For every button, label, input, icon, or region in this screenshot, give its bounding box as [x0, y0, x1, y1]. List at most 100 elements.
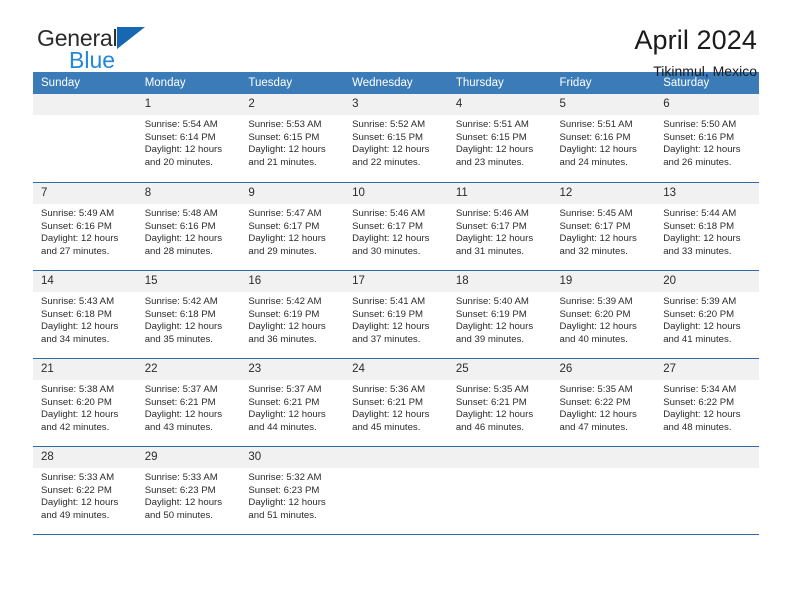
daylight-duration-line2: and 44 minutes. — [248, 421, 317, 433]
calendar-day-cell[interactable]: 13 Sunrise: 5:44 AM Sunset: 6:18 PM Dayligh… — [655, 182, 759, 270]
daylight-duration-line1: Daylight: 12 hours — [41, 321, 119, 333]
brand-name-blue: Blue — [69, 47, 116, 73]
day-number: 13 — [655, 183, 759, 204]
sunrise-time: Sunrise: 5:54 AM — [144, 119, 218, 130]
calendar-day-cell[interactable]: 22 Sunrise: 5:37 AM Sunset: 6:21 PM Dayligh… — [136, 358, 241, 446]
sunrise-time: Sunrise: 5:51 AM — [559, 119, 633, 130]
calendar-day-cell[interactable]: 29 Sunrise: 5:33 AM Sunset: 6:23 PM Dayligh… — [136, 446, 241, 534]
daylight-duration-line2: and 29 minutes. — [248, 245, 317, 257]
calendar-day-cell[interactable]: 8 Sunrise: 5:48 AM Sunset: 6:16 PM Daylight… — [136, 182, 241, 270]
sunrise-time: Sunrise: 5:33 AM — [41, 472, 115, 483]
page-title: April 2024 — [634, 25, 757, 55]
calendar-day-cell[interactable]: 14 Sunrise: 5:43 AM Sunset: 6:18 PM Dayligh… — [33, 270, 137, 358]
day-number: 27 — [655, 359, 759, 380]
calendar-day-cell[interactable]: 25 Sunrise: 5:35 AM Sunset: 6:21 PM Dayligh… — [447, 358, 552, 446]
calendar-day-cell[interactable]: 24 Sunrise: 5:36 AM Sunset: 6:21 PM Dayligh… — [344, 358, 448, 446]
day-details: Sunrise: 5:45 AM Sunset: 6:17 PM Daylight:… — [552, 204, 656, 258]
daylight-duration-line1: Daylight: 12 hours — [663, 321, 741, 333]
daylight-duration-line2: and 32 minutes. — [559, 245, 628, 257]
sunrise-time: Sunrise: 5:39 AM — [663, 296, 737, 307]
calendar-day-cell[interactable]: 18 Sunrise: 5:40 AM Sunset: 6:19 PM Dayligh… — [447, 270, 552, 358]
day-number: 18 — [447, 271, 552, 292]
day-details: Sunrise: 5:38 AM Sunset: 6:20 PM Daylight:… — [33, 380, 137, 434]
calendar-week-row: 21 Sunrise: 5:38 AM Sunset: 6:20 PM Dayligh… — [33, 358, 759, 446]
day-details: Sunrise: 5:51 AM Sunset: 6:16 PM Daylight:… — [552, 115, 656, 169]
sunset-time: Sunset: 6:21 PM — [352, 396, 424, 408]
calendar-day-cell[interactable]: 15 Sunrise: 5:42 AM Sunset: 6:18 PM Dayligh… — [136, 270, 241, 358]
day-details: Sunrise: 5:51 AM Sunset: 6:15 PM Daylight:… — [448, 115, 552, 169]
calendar-day-cell[interactable]: 6 Sunrise: 5:50 AM Sunset: 6:16 PM Daylight… — [655, 94, 759, 182]
sunrise-time: Sunrise: 5:50 AM — [663, 119, 737, 130]
daylight-duration-line1: Daylight: 12 hours — [144, 233, 223, 245]
day-details: Sunrise: 5:41 AM Sunset: 6:19 PM Daylight:… — [344, 292, 448, 346]
sunrise-time: Sunrise: 5:47 AM — [248, 208, 322, 219]
daylight-duration-line1: Daylight: 12 hours — [144, 144, 223, 156]
day-details: Sunrise: 5:50 AM Sunset: 6:16 PM Daylight:… — [655, 115, 759, 169]
calendar-day-cell[interactable]: 28 Sunrise: 5:33 AM Sunset: 6:22 PM Dayligh… — [33, 446, 137, 534]
calendar-day-cell[interactable]: 4 Sunrise: 5:51 AM Sunset: 6:15 PM Daylight… — [447, 94, 552, 182]
calendar-day-cell[interactable]: 3 Sunrise: 5:52 AM Sunset: 6:15 PM Daylight… — [344, 94, 448, 182]
day-number: 20 — [655, 271, 759, 292]
calendar-day-cell[interactable]: 20 Sunrise: 5:39 AM Sunset: 6:20 PM Dayligh… — [655, 270, 759, 358]
daylight-duration-line1: Daylight: 12 hours — [352, 321, 430, 333]
day-number: 15 — [136, 271, 241, 292]
day-details: Sunrise: 5:46 AM Sunset: 6:17 PM Daylight:… — [448, 204, 552, 258]
calendar-day-cell[interactable]: 27 Sunrise: 5:34 AM Sunset: 6:22 PM Dayligh… — [655, 358, 759, 446]
calendar-day-cell-empty — [33, 94, 137, 182]
calendar-day-cell[interactable]: 2 Sunrise: 5:53 AM Sunset: 6:15 PM Daylight… — [240, 94, 345, 182]
sunset-time: Sunset: 6:21 PM — [248, 396, 320, 408]
sunset-time: Sunset: 6:16 PM — [144, 220, 216, 232]
calendar-week-row: 28 Sunrise: 5:33 AM Sunset: 6:22 PM Dayligh… — [33, 446, 759, 534]
daylight-duration-line1: Daylight: 12 hours — [248, 233, 326, 245]
day-number: 5 — [551, 94, 656, 115]
sunset-time: Sunset: 6:22 PM — [663, 396, 735, 408]
day-number — [551, 447, 656, 468]
daylight-duration-line1: Daylight: 12 hours — [144, 409, 223, 421]
sunset-time: Sunset: 6:18 PM — [41, 308, 112, 320]
calendar-day-cell[interactable]: 1 Sunrise: 5:54 AM Sunset: 6:14 PM Daylight… — [136, 94, 241, 182]
sunrise-time: Sunrise: 5:35 AM — [455, 384, 529, 395]
daylight-duration-line1: Daylight: 12 hours — [559, 233, 637, 245]
sunset-time: Sunset: 6:22 PM — [41, 484, 112, 496]
sunset-time: Sunset: 6:17 PM — [455, 220, 527, 232]
sunset-time: Sunset: 6:21 PM — [455, 396, 527, 408]
calendar-day-cell[interactable]: 12 Sunrise: 5:45 AM Sunset: 6:17 PM Dayligh… — [551, 182, 656, 270]
sunrise-time: Sunrise: 5:39 AM — [559, 296, 633, 307]
calendar-day-cell[interactable]: 30 Sunrise: 5:32 AM Sunset: 6:23 PM Dayligh… — [240, 446, 345, 534]
calendar-week-row: 1 Sunrise: 5:54 AM Sunset: 6:14 PM Daylight… — [33, 94, 759, 182]
day-number: 8 — [136, 183, 241, 204]
sunrise-time: Sunrise: 5:37 AM — [144, 384, 218, 395]
calendar-day-cell[interactable]: 23 Sunrise: 5:37 AM Sunset: 6:21 PM Dayligh… — [240, 358, 345, 446]
daylight-duration-line1: Daylight: 12 hours — [248, 321, 326, 333]
day-details: Sunrise: 5:52 AM Sunset: 6:15 PM Daylight:… — [344, 115, 448, 169]
calendar-day-cell[interactable]: 11 Sunrise: 5:46 AM Sunset: 6:17 PM Dayligh… — [447, 182, 552, 270]
day-number: 29 — [136, 447, 241, 468]
day-number: 23 — [240, 359, 345, 380]
calendar-day-cell[interactable]: 21 Sunrise: 5:38 AM Sunset: 6:20 PM Dayligh… — [33, 358, 137, 446]
sunrise-time: Sunrise: 5:45 AM — [559, 208, 633, 219]
daylight-duration-line2: and 28 minutes. — [144, 245, 213, 257]
day-number: 17 — [344, 271, 448, 292]
sunrise-time: Sunrise: 5:37 AM — [248, 384, 322, 395]
daylight-duration-line1: Daylight: 12 hours — [352, 233, 430, 245]
sunrise-time: Sunrise: 5:46 AM — [455, 208, 529, 219]
daylight-duration-line2: and 40 minutes. — [559, 333, 628, 345]
calendar-day-cell[interactable]: 7 Sunrise: 5:49 AM Sunset: 6:16 PM Daylight… — [33, 182, 137, 270]
calendar-day-cell[interactable]: 19 Sunrise: 5:39 AM Sunset: 6:20 PM Dayligh… — [551, 270, 656, 358]
day-details: Sunrise: 5:37 AM Sunset: 6:21 PM Daylight:… — [137, 380, 241, 434]
calendar-day-cell[interactable]: 9 Sunrise: 5:47 AM Sunset: 6:17 PM Daylight… — [240, 182, 345, 270]
daylight-duration-line1: Daylight: 12 hours — [663, 233, 741, 245]
day-number: 26 — [551, 359, 656, 380]
daylight-duration-line1: Daylight: 12 hours — [455, 144, 534, 156]
calendar-day-cell[interactable]: 26 Sunrise: 5:35 AM Sunset: 6:22 PM Dayligh… — [551, 358, 656, 446]
daylight-duration-line1: Daylight: 12 hours — [41, 409, 119, 421]
calendar-day-cell[interactable]: 16 Sunrise: 5:42 AM Sunset: 6:19 PM Dayligh… — [240, 270, 345, 358]
day-details: Sunrise: 5:44 AM Sunset: 6:18 PM Daylight:… — [655, 204, 759, 258]
calendar-day-cell[interactable]: 10 Sunrise: 5:46 AM Sunset: 6:17 PM Dayligh… — [344, 182, 448, 270]
daylight-duration-line2: and 21 minutes. — [248, 156, 317, 168]
sunrise-time: Sunrise: 5:35 AM — [559, 384, 633, 395]
calendar-day-cell[interactable]: 17 Sunrise: 5:41 AM Sunset: 6:19 PM Dayligh… — [344, 270, 448, 358]
calendar-day-cell[interactable]: 5 Sunrise: 5:51 AM Sunset: 6:16 PM Daylight… — [551, 94, 656, 182]
sunrise-time: Sunrise: 5:42 AM — [248, 296, 322, 307]
daylight-duration-line2: and 50 minutes. — [144, 509, 213, 521]
